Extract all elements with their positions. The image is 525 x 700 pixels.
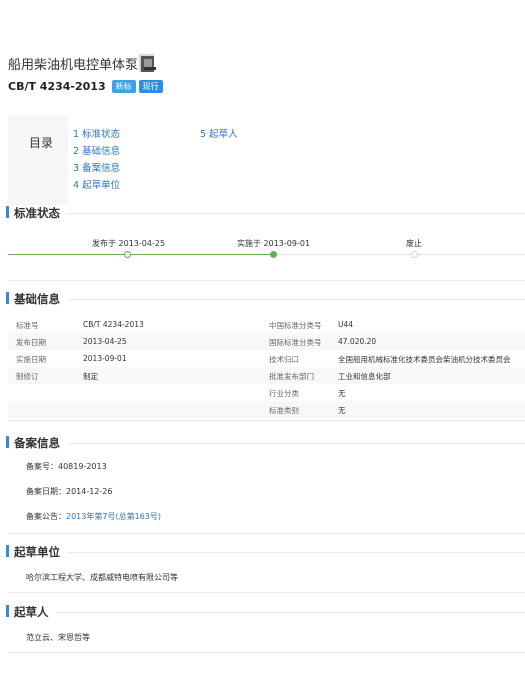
divider: [8, 533, 525, 534]
timeline-implemented: 实施于 2013-09-01: [237, 239, 311, 248]
table-row: 制修订 制定 批准发布部门 工业和信息化部: [8, 367, 525, 384]
section-title-status: 标准状态: [14, 206, 60, 220]
toc-item-record[interactable]: 3 备案信息: [73, 160, 120, 174]
field-value: 制定: [83, 372, 98, 381]
timeline-dot-implemented: [270, 251, 277, 258]
field-label: 标准类别: [269, 406, 299, 415]
field-label: 实施日期: [16, 355, 46, 364]
section-marker: [6, 206, 9, 218]
field-label: 发布日期: [16, 338, 46, 347]
field-label: 行业分类: [269, 389, 299, 398]
table-row: 标准类别 无: [8, 401, 525, 418]
section-title-drafting-org: 起草单位: [14, 545, 60, 559]
toc-item-status[interactable]: 1 标准状态: [73, 126, 120, 140]
section-title-drafters: 起草人: [14, 605, 49, 619]
field-label: 标准号: [16, 321, 39, 330]
section-marker: [6, 545, 9, 557]
section-title-record: 备案信息: [14, 436, 60, 450]
drafters-text: 范立云、宋恩哲等: [26, 633, 90, 642]
toc-item-basic[interactable]: 2 基础信息: [73, 143, 120, 157]
section-title-basic: 基础信息: [14, 292, 60, 306]
field-value: CB/T 4234-2013: [83, 320, 144, 329]
table-row: 标准号 CB/T 4234-2013 中国标准分类号 U44: [8, 316, 525, 333]
table-row: 行业分类 无: [8, 384, 525, 401]
section-marker: [6, 292, 9, 304]
field-label: 批准发布部门: [269, 372, 314, 381]
field-label: 制修订: [16, 372, 39, 381]
timeline-dot-published: [124, 251, 131, 258]
toc-label-box: [8, 115, 68, 205]
divider: [68, 443, 525, 444]
record-date: 备案日期：2014-12-26: [26, 487, 113, 496]
field-value: 47.020.20: [338, 337, 377, 346]
timeline-done-line: [8, 254, 274, 255]
toc-item-drafting-org[interactable]: 4 起草单位: [73, 177, 120, 191]
divider: [8, 420, 525, 421]
field-label: 中国标准分类号: [269, 321, 322, 330]
field-value: U44: [338, 320, 354, 329]
toc-item-drafters[interactable]: 5 起草人: [200, 126, 238, 140]
field-label: 国际标准分类号: [269, 338, 322, 347]
divider: [68, 552, 525, 553]
timeline-published: 发布于 2013-04-25: [92, 239, 166, 248]
drafting-org-text: 哈尔滨工程大学、成都威特电喷有限公司等: [26, 573, 178, 582]
section-marker: [6, 436, 9, 448]
toc-label: 目录: [29, 136, 54, 150]
new-standard-badge: 新标: [111, 80, 136, 93]
divider: [8, 280, 525, 281]
section-marker: [6, 605, 9, 617]
field-value: 全国船用机械标准化技术委员会柴油机分技术委员会: [338, 355, 511, 364]
record-notice-label: 备案公告：: [26, 512, 66, 521]
record-number: 备案号：40819-2013: [26, 462, 107, 471]
table-row: 实施日期 2013-09-01 技术归口 全国船用机械标准化技术委员会柴油机分技…: [8, 350, 525, 367]
timeline-abolished: 废止: [406, 239, 422, 248]
field-value: 无: [338, 389, 346, 398]
current-status-badge: 现行: [138, 80, 163, 93]
field-value: 2013-09-01: [83, 354, 127, 363]
timeline-pending-line: [274, 254, 525, 255]
divider: [68, 299, 525, 300]
divider: [8, 652, 525, 653]
divider: [56, 612, 525, 613]
table-row: 发布日期 2013-04-25 国际标准分类号 47.020.20: [8, 333, 525, 350]
standard-code: CB/T 4234-2013: [8, 80, 106, 93]
field-value: 工业和信息化部: [338, 372, 391, 381]
standard-code-row: CB/T 4234-2013 新标 现行: [8, 80, 163, 93]
field-label: 技术归口: [269, 355, 299, 364]
divider: [68, 213, 525, 214]
divider: [8, 592, 525, 593]
pdf-download-icon[interactable]: [136, 52, 158, 74]
field-value: 2013-04-25: [83, 337, 127, 346]
page-title: 船用柴油机电控单体泵: [8, 58, 139, 73]
record-notice-link[interactable]: 2013年第7号(总第163号): [66, 512, 161, 521]
timeline-dot-abolished: [411, 251, 418, 258]
field-value: 无: [338, 406, 346, 415]
record-notice: 备案公告：2013年第7号(总第163号): [26, 511, 161, 522]
